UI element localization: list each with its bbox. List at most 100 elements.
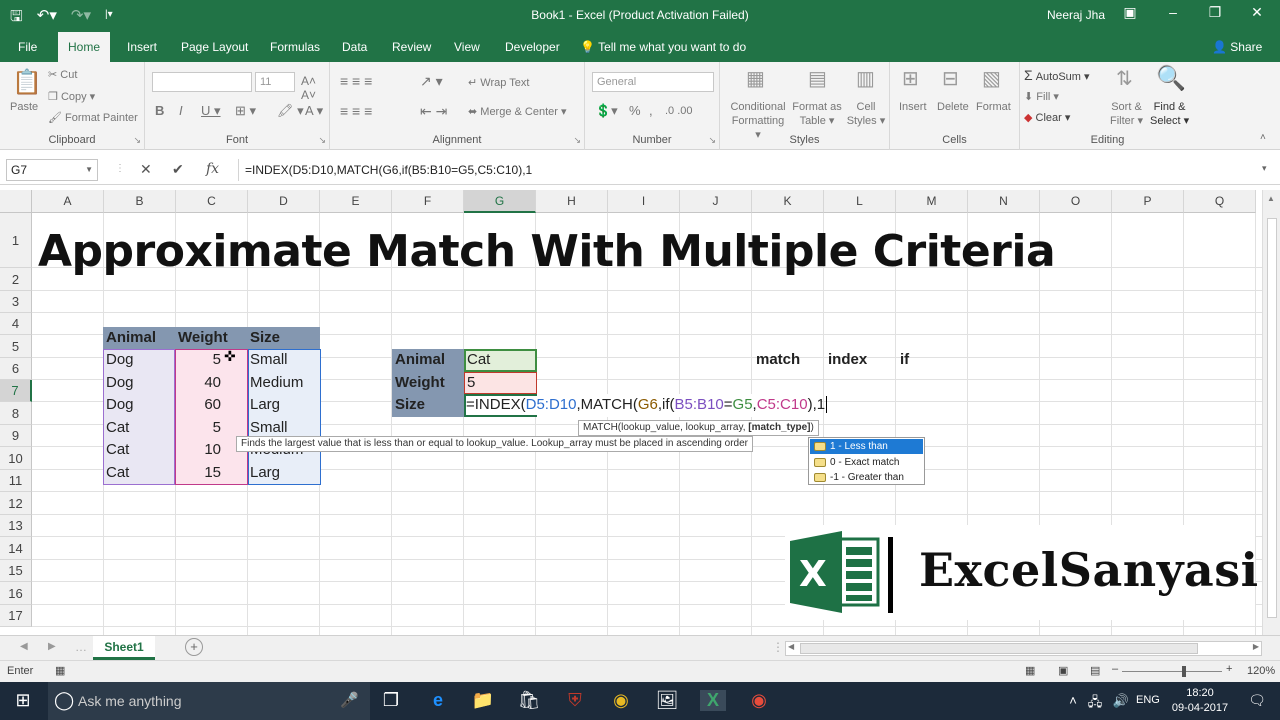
- format-as-table-button[interactable]: Format as Table ▾: [792, 100, 842, 128]
- tab-insert[interactable]: Insert: [117, 32, 167, 62]
- table-cell[interactable]: Dog: [103, 372, 134, 394]
- cell-styles-icon[interactable]: ▥: [856, 66, 875, 91]
- tab-review[interactable]: Review: [382, 32, 441, 62]
- clear-button[interactable]: ◆ Clear ▾: [1024, 111, 1070, 125]
- lookup-label-animal[interactable]: Animal: [392, 349, 445, 371]
- sheet-tab-sheet1[interactable]: Sheet1: [93, 636, 155, 660]
- left-align-icon[interactable]: ≡ ≡ ≡: [340, 104, 372, 118]
- header-size[interactable]: Size: [247, 327, 280, 349]
- normal-view-icon[interactable]: ▦: [1025, 664, 1035, 677]
- column-header-b[interactable]: B: [104, 190, 176, 213]
- autosum-button[interactable]: Σ AutoSum ▾: [1024, 68, 1090, 84]
- insert-cells-icon[interactable]: ⊞: [902, 66, 919, 91]
- clock[interactable]: 18:20 09-04-2017: [1170, 686, 1230, 716]
- italic-icon[interactable]: I: [179, 104, 183, 118]
- column-header-l[interactable]: L: [824, 190, 896, 213]
- chrome-icon[interactable]: ◉: [608, 690, 634, 711]
- match-type-autocomplete[interactable]: 1 - Less than 0 - Exact match -1 - Great…: [808, 437, 925, 485]
- column-header-c[interactable]: C: [176, 190, 248, 213]
- delete-cells-icon[interactable]: ⊟: [942, 66, 959, 91]
- dialog-launcher-icon[interactable]: ↘: [573, 135, 581, 146]
- table-cell[interactable]: Dog: [103, 394, 134, 416]
- edge-icon[interactable]: e: [425, 690, 451, 711]
- tab-file[interactable]: File: [8, 32, 47, 62]
- row-header-2[interactable]: 2: [0, 268, 32, 291]
- cell-styles-button[interactable]: Cell Styles ▾: [846, 100, 886, 128]
- table-cell[interactable]: 40: [175, 372, 247, 394]
- scroll-left-icon[interactable]: ◀: [788, 642, 794, 651]
- zoom-level[interactable]: 120%: [1247, 665, 1275, 677]
- column-header-q[interactable]: Q: [1184, 190, 1256, 213]
- page-break-view-icon[interactable]: ▤: [1090, 664, 1100, 677]
- delete-cells-button[interactable]: Delete: [937, 100, 969, 114]
- dialog-launcher-icon[interactable]: ↘: [133, 135, 141, 146]
- minimize-icon[interactable]: –: [1158, 4, 1188, 20]
- store-icon[interactable]: 🛍: [516, 690, 542, 711]
- close-icon[interactable]: ✕: [1242, 4, 1272, 21]
- excel-taskbar-icon[interactable]: X: [700, 690, 726, 711]
- font-size-box[interactable]: 11: [255, 72, 295, 92]
- column-header-d[interactable]: D: [248, 190, 320, 213]
- lookup-value-animal[interactable]: Cat: [464, 349, 490, 371]
- table-cell[interactable]: Larg: [247, 462, 280, 484]
- column-header-o[interactable]: O: [1040, 190, 1112, 213]
- sheet-title[interactable]: Approximate Match With Multiple Criteria: [38, 226, 1056, 277]
- file-explorer-icon[interactable]: 📁: [470, 690, 496, 711]
- table-cell[interactable]: 60: [175, 394, 247, 416]
- format-painter-button[interactable]: 🖌 Format Painter: [48, 111, 138, 125]
- prev-sheet-icon[interactable]: ◀: [20, 641, 28, 652]
- zoom-slider[interactable]: [1122, 671, 1222, 672]
- column-header-m[interactable]: M: [896, 190, 968, 213]
- tab-home[interactable]: Home: [58, 32, 111, 62]
- row-header-8[interactable]: 8: [0, 402, 32, 425]
- option-exact-match[interactable]: 0 - Exact match: [810, 455, 923, 470]
- tab-view[interactable]: View: [444, 32, 490, 62]
- format-cells-icon[interactable]: ▧: [982, 66, 1001, 91]
- table-cell[interactable]: 5: [175, 349, 247, 371]
- row-header-4[interactable]: 4: [0, 313, 32, 335]
- lookup-value-weight[interactable]: 5: [464, 372, 475, 394]
- orientation-icon[interactable]: ↗ ▾: [420, 74, 443, 88]
- fill-color-icon[interactable]: 🖍 ▾: [277, 104, 304, 118]
- lookup-label-size[interactable]: Size: [392, 394, 425, 416]
- microphone-icon[interactable]: 🎤: [340, 691, 359, 709]
- user-name[interactable]: Neeraj Jha: [1047, 8, 1105, 22]
- tab-page-layout[interactable]: Page Layout: [171, 32, 258, 62]
- cell-g7-editor[interactable]: =INDEX(D5:D10,MATCH(G6,if(B5:B10=G5,C5:C…: [464, 394, 828, 416]
- sort-filter-icon[interactable]: ⇅: [1116, 66, 1133, 91]
- table-cell[interactable]: Cat: [103, 417, 129, 439]
- column-header-k[interactable]: K: [752, 190, 824, 213]
- underline-icon[interactable]: U ▾: [201, 104, 221, 118]
- table-cell[interactable]: Cat: [103, 439, 129, 461]
- table-cell[interactable]: 15: [175, 462, 247, 484]
- collapse-ribbon-icon[interactable]: ˄: [1260, 132, 1266, 143]
- font-name-box[interactable]: [152, 72, 252, 92]
- page-layout-view-icon[interactable]: ▣: [1058, 664, 1068, 677]
- comma-icon[interactable]: ,: [649, 104, 653, 118]
- top-align-icon[interactable]: ≡ ≡ ≡: [340, 74, 372, 88]
- note-match[interactable]: match: [753, 349, 800, 371]
- column-header-e[interactable]: E: [320, 190, 392, 213]
- format-cells-button[interactable]: Format: [976, 100, 1011, 114]
- row-header-7[interactable]: 7: [0, 380, 32, 402]
- drag-handle-icon[interactable]: ⋮: [115, 163, 125, 174]
- restore-icon[interactable]: ❐: [1200, 4, 1230, 21]
- name-box[interactable]: G7 ▼: [6, 159, 98, 181]
- column-header-p[interactable]: P: [1112, 190, 1184, 213]
- header-weight[interactable]: Weight: [175, 327, 228, 349]
- zoom-slider-thumb[interactable]: [1182, 666, 1186, 677]
- cut-button[interactable]: ✂ Cut: [48, 68, 77, 82]
- volume-icon[interactable]: 🔊: [1108, 693, 1134, 709]
- conditional-formatting-icon[interactable]: ▦: [746, 66, 765, 91]
- dialog-launcher-icon[interactable]: ↘: [708, 135, 716, 146]
- windows-start-icon[interactable]: ⊞: [10, 690, 36, 711]
- row-header-9[interactable]: 9: [0, 425, 32, 447]
- row-header-15[interactable]: 15: [0, 560, 32, 582]
- zoom-in-icon[interactable]: +: [1226, 663, 1232, 675]
- row-header-17[interactable]: 17: [0, 605, 32, 627]
- table-cell[interactable]: Larg: [247, 394, 280, 416]
- next-sheet-icon[interactable]: ▶: [48, 641, 56, 652]
- task-view-icon[interactable]: ❐: [378, 690, 404, 711]
- photos-icon[interactable]: 🖼: [654, 690, 680, 711]
- scroll-thumb[interactable]: [1267, 218, 1277, 618]
